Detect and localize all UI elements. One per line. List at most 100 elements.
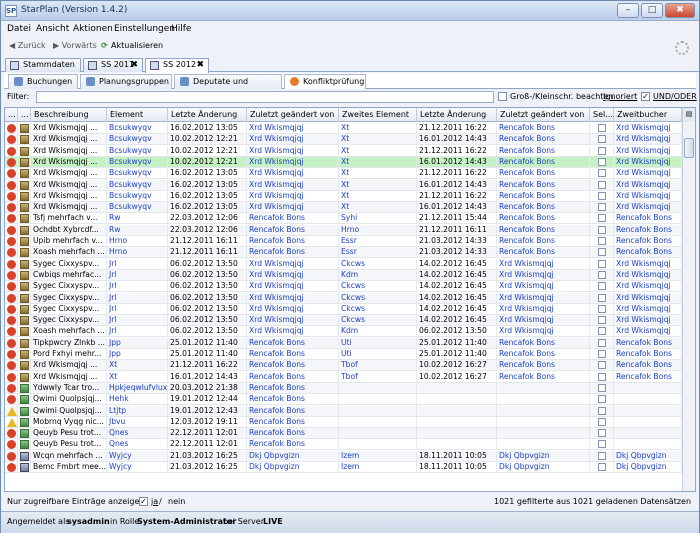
cell-text[interactable]: Xt [341, 168, 349, 177]
cell-text[interactable]: Ckcws [341, 304, 365, 313]
cell-text[interactable]: Essr [341, 236, 357, 245]
cell-text[interactable]: Xrd Wkismqjqj [616, 191, 671, 200]
table-row[interactable]: Xrd Wkismqjqj ... Bcsukwyqv 16.02.2012 13:… [5, 202, 682, 214]
cell-text[interactable]: Jpp [109, 349, 121, 358]
row-select-checkbox[interactable] [598, 350, 606, 358]
table-row[interactable]: Sygec Cixxyspv... Jrl 06.02.2012 13:50 Xrd … [5, 292, 682, 304]
row-select-checkbox[interactable] [598, 135, 606, 144]
cell-text[interactable]: Jrl [109, 326, 116, 335]
cell-text[interactable]: Rencafok Bons [249, 439, 305, 448]
column-header-beschreibung[interactable]: Beschreibung [31, 108, 107, 122]
cell-text[interactable]: Bcsukwyqv [109, 146, 152, 155]
row-select-checkbox[interactable] [598, 259, 606, 268]
cell-text[interactable]: Rencafok Bons [616, 372, 672, 381]
cell-text[interactable]: Bcsukwyqv [109, 191, 152, 200]
cell-text[interactable]: Rencafok Bons [616, 225, 672, 234]
table-row[interactable]: Wcqn mehrfach ... Wyjcy 21.03.2012 16:25 Dk… [5, 450, 682, 462]
cell-text[interactable]: Rencafok Bons [499, 225, 555, 234]
cell-text[interactable]: Xt [341, 123, 349, 132]
tab-buchungen[interactable]: Buchungen [8, 74, 78, 89]
table-row[interactable]: Sygec Cixxyspv... Jrl 06.02.2012 13:50 Xrd … [5, 315, 682, 327]
cell-text[interactable]: Hrno [109, 236, 127, 245]
cell-text[interactable]: Rencafok Bons [499, 191, 555, 200]
cell-text[interactable]: Rencafok Bons [499, 213, 555, 222]
cell-text[interactable]: Ckcws [341, 315, 365, 324]
menu-datei[interactable]: Datei [7, 24, 31, 34]
cell-text[interactable]: Jrl [109, 304, 116, 313]
cell-text[interactable]: Tbof [341, 372, 358, 381]
cell-text[interactable]: Bcsukwyqv [109, 157, 152, 166]
cell-text[interactable]: Rencafok Bons [249, 394, 305, 403]
table-row[interactable]: Qeuyb Pesu trot... Qnes 22.12.2011 12:01 Re… [5, 439, 682, 451]
cell-text[interactable]: Bcsukwyqv [109, 134, 152, 143]
cell-text[interactable]: Xt [341, 202, 349, 211]
cell-text[interactable]: Xrd Wkismqjqj [249, 180, 304, 189]
row-select-checkbox[interactable] [598, 316, 606, 325]
row-select-checkbox[interactable] [598, 180, 606, 189]
cell-text[interactable]: Xt [341, 157, 349, 166]
cell-text[interactable]: Xrd Wkismqjqj [249, 168, 304, 177]
cell-text[interactable]: Rencafok Bons [249, 372, 305, 381]
cell-text[interactable]: Rencafok Bons [249, 247, 305, 256]
table-row[interactable]: Sygec Cixxyspv... Jrl 06.02.2012 13:50 Xrd … [5, 303, 682, 315]
cell-text[interactable]: Wyjcy [109, 451, 132, 460]
column-chooser-icon[interactable]: ▤ [682, 108, 695, 122]
option-nein[interactable]: nein [168, 497, 185, 506]
cell-text[interactable]: Bcsukwyqv [109, 168, 152, 177]
cell-text[interactable]: Jpp [109, 338, 121, 347]
cell-text[interactable]: Dkj Qbpvgizn [249, 462, 300, 471]
cell-text[interactable]: Xt [341, 191, 349, 200]
cell-text[interactable]: Xrd Wkismqjqj [616, 293, 671, 302]
cell-text[interactable]: Xrd Wkismqjqj [249, 123, 304, 132]
close-button[interactable]: ✖ [665, 3, 695, 18]
row-select-checkbox[interactable] [598, 203, 606, 212]
cell-text[interactable]: Rw [109, 225, 121, 234]
tab-ss-2012[interactable]: SS 2012 ✖ [145, 58, 209, 73]
menu-aktionen[interactable]: Aktionen [73, 24, 113, 34]
table-row[interactable]: Qwimi Quolpsjqj... Hehk 19.01.2012 12:44 Re… [5, 394, 682, 406]
vertical-scrollbar[interactable] [682, 122, 695, 491]
cell-text[interactable]: Kdm [341, 270, 358, 279]
table-row[interactable]: Qwimi Quolpsjqj... Ltjtp 19.01.2012 12:43 R… [5, 405, 682, 417]
cell-text[interactable]: Xrd Wkismqjqj [249, 146, 304, 155]
cell-text[interactable]: Xrd Wkismqjqj [616, 180, 671, 189]
cell-text[interactable]: Xrd Wkismqjqj [249, 202, 304, 211]
cell-text[interactable]: Rencafok Bons [499, 372, 555, 381]
cell-text[interactable]: Xrd Wkismqjqj [499, 281, 554, 290]
column-header-element[interactable]: Element [107, 108, 168, 122]
cell-text[interactable]: Xrd Wkismqjqj [249, 134, 304, 143]
table-row[interactable]: Xrd Wkismqjqj ... Bcsukwyqv 16.02.2012 13:… [5, 179, 682, 191]
cell-text[interactable]: Xrd Wkismqjqj [249, 191, 304, 200]
table-row[interactable]: Xrd Wkismqjqj ... Bcsukwyqv 10.02.2012 12:… [5, 134, 682, 146]
cell-text[interactable]: Xrd Wkismqjqj [616, 123, 671, 132]
back-button[interactable]: ◀ Zurück [9, 41, 46, 50]
and-or-checkbox[interactable]: ✓ [641, 92, 650, 101]
cell-text[interactable]: Jrl [109, 315, 116, 324]
row-select-checkbox[interactable] [598, 451, 606, 460]
table-row[interactable]: Upib mehrfach v... Hrno 21.12.2011 16:11 Re… [5, 236, 682, 247]
cell-text[interactable]: Xt [341, 134, 349, 143]
table-row[interactable]: Qeuyb Pesu trot... Qnes 22.12.2011 12:01 Re… [5, 428, 682, 440]
cell-text[interactable]: Hrno [109, 247, 127, 256]
cell-text[interactable]: Rencafok Bons [249, 338, 305, 347]
cell-text[interactable]: Rencafok Bons [616, 360, 672, 369]
minimize-button[interactable]: – [617, 3, 639, 18]
row-select-checkbox[interactable] [598, 463, 606, 471]
column-header-letzte-aenderung-2[interactable]: Letzte Änderung [417, 108, 497, 122]
table-row[interactable]: Sygec Cixxyspv... Jrl 06.02.2012 13:50 Xrd … [5, 258, 682, 270]
cell-text[interactable]: Rencafok Bons [249, 417, 305, 426]
row-select-checkbox[interactable] [598, 169, 606, 178]
table-row[interactable]: Mobrnq Vyqg nic... Jbvu 12.03.2012 19:11 Re… [5, 416, 682, 428]
cell-text[interactable]: Rencafok Bons [616, 213, 672, 222]
cell-text[interactable]: Uti [341, 338, 352, 347]
cell-text[interactable]: Xrd Wkismqjqj [616, 281, 671, 290]
cell-text[interactable]: Xrd Wkismqjqj [616, 146, 671, 155]
cell-text[interactable]: Rencafok Bons [499, 338, 555, 347]
table-row[interactable]: Bemc Fmbrt mee... Wyjcy 21.03.2012 16:25 Dk… [5, 462, 682, 473]
table-row[interactable]: Xrd Wkismqjqj ... Bcsukwyqv 16.02.2012 13:… [5, 123, 682, 134]
maximize-button[interactable]: □ [641, 3, 663, 18]
cell-text[interactable]: Izem [341, 451, 359, 460]
close-tab-icon[interactable]: ✖ [130, 59, 138, 71]
tab-deputate[interactable]: Deputate und Verfügbarkeit [174, 74, 282, 99]
cell-text[interactable]: Xt [341, 180, 349, 189]
